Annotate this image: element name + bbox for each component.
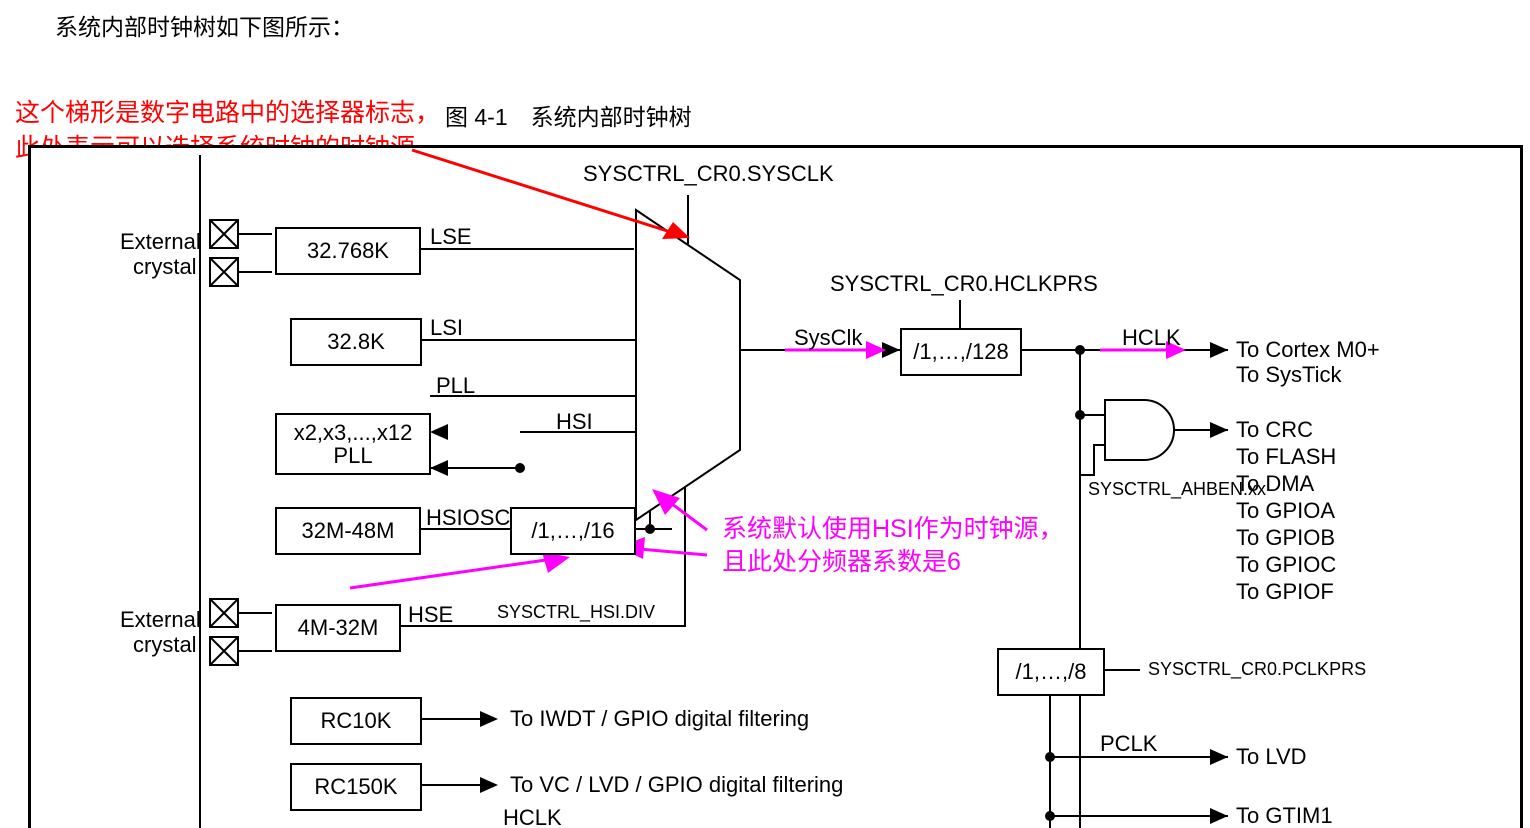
diagram-svg [0, 0, 1530, 828]
out-gpioc: To GPIOC [1236, 553, 1336, 577]
label-pll: PLL [436, 374, 475, 398]
block-pclk-div: /1,…,/8 [997, 648, 1105, 696]
label-pclk: PCLK [1100, 732, 1157, 756]
label-external-bot-2: crystal [133, 633, 197, 657]
label-lsi: LSI [430, 316, 463, 340]
out-crc: To CRC [1236, 418, 1313, 442]
label-sysctrl-hsi-div: SYSCTRL_HSI.DIV [497, 603, 655, 623]
out-hclk-label: HCLK [503, 806, 562, 828]
block-hse-osc: 4M-32M [275, 604, 401, 652]
block-rc10k: RC10K [290, 697, 422, 745]
block-hsi-osc: 32M-48M [275, 507, 421, 555]
out-vc: To VC / LVD / GPIO digital filtering [510, 773, 843, 797]
out-gpioa: To GPIOA [1236, 499, 1335, 523]
block-lsi-osc: 32.8K [290, 318, 422, 366]
annotation-mag-2: 且此处分频器系数是6 [722, 549, 961, 577]
out-gpiof: To GPIOF [1236, 580, 1334, 604]
block-pll: x2,x3,...,x12 PLL [275, 413, 431, 475]
label-sysctrl-cr0-pclkprs: SYSCTRL_CR0.PCLKPRS [1148, 660, 1366, 680]
out-flash: To FLASH [1236, 445, 1336, 469]
label-hsi: HSI [556, 410, 593, 434]
label-hse: HSE [408, 603, 453, 627]
out-lvd: To LVD [1236, 745, 1307, 769]
annotation-mag-1: 系统默认使用HSI作为时钟源， [722, 516, 1064, 544]
out-gtim1: To GTIM1 [1236, 804, 1333, 828]
label-sysctrl-cr0-sysclk: SYSCTRL_CR0.SYSCLK [583, 162, 834, 186]
block-pll-line1: x2,x3,...,x12 [294, 421, 413, 444]
out-gpiob: To GPIOB [1236, 526, 1335, 550]
label-external-top-1: External [120, 230, 201, 254]
label-hsiosc: HSIOSC [426, 506, 510, 530]
label-external-top-2: crystal [133, 255, 197, 279]
label-sysclk: SysClk [794, 326, 862, 350]
page-root: 系统内部时钟树如下图所示： 这个梯形是数字电路中的选择器标志， 此处表示可以选择… [0, 0, 1530, 828]
out-dma: To DMA [1236, 472, 1314, 496]
block-lse-osc: 32.768K [275, 227, 421, 275]
out-systick: To SysTick [1236, 363, 1342, 387]
block-hsi-div: /1,…,/16 [510, 507, 636, 555]
block-rc150k: RC150K [290, 763, 422, 811]
out-cortex: To Cortex M0+ [1236, 338, 1380, 362]
block-pll-line2: PLL [333, 444, 372, 467]
label-external-bot-1: External [120, 608, 201, 632]
label-sysctrl-cr0-hclkprs: SYSCTRL_CR0.HCLKPRS [830, 272, 1098, 296]
block-hclk-div: /1,…,/128 [900, 328, 1022, 376]
out-iwdt: To IWDT / GPIO digital filtering [510, 707, 809, 731]
label-hclk: HCLK [1122, 326, 1181, 350]
label-lse: LSE [430, 225, 472, 249]
